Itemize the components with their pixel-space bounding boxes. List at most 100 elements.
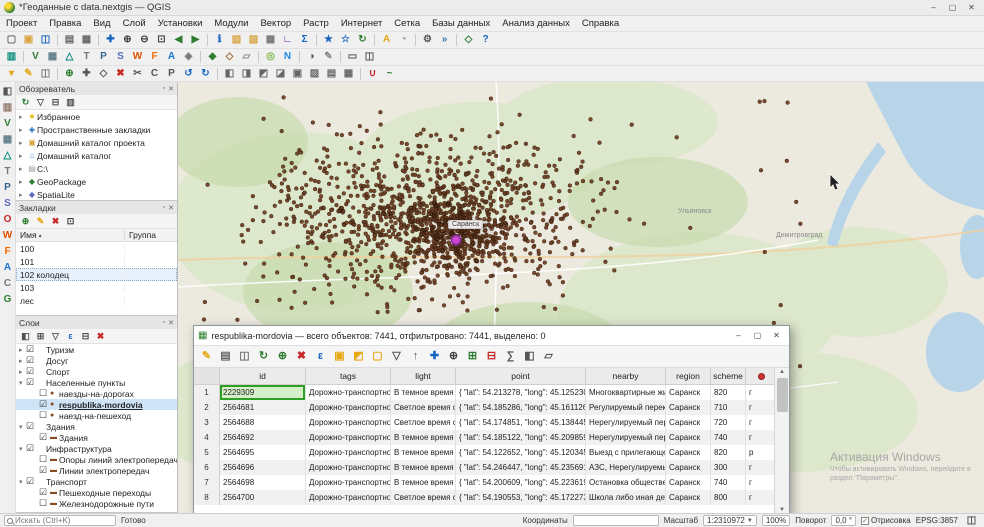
- snapping-icon[interactable]: ∪: [364, 66, 381, 81]
- add-virtual-layer-icon[interactable]: ◈: [180, 50, 197, 65]
- row-number[interactable]: 4: [194, 430, 220, 445]
- cell-region[interactable]: Саранск: [666, 490, 711, 505]
- cell-tags[interactable]: Дорожно-транспортное происшествие: [306, 460, 391, 475]
- attr-select-expression-icon[interactable]: ε: [311, 348, 330, 366]
- cut-features-icon[interactable]: ✂: [129, 66, 146, 81]
- maximize-button[interactable]: ▢: [944, 1, 961, 14]
- browser-item-project-home[interactable]: ▸ ▣ Домашний каталог проекта: [16, 136, 177, 149]
- bookmark-row[interactable]: 103: [16, 281, 177, 294]
- layer-power-towers[interactable]: ☐ ▬ Опоры линий электропередач: [16, 454, 177, 465]
- layer-power-lines[interactable]: ☑ ▬ Линии электропередач: [16, 465, 177, 476]
- messages-icon[interactable]: ◫: [361, 50, 378, 65]
- new-shapefile-icon[interactable]: ◇: [221, 50, 238, 65]
- cell-point[interactable]: { "lat": 54.185286, "long": 45.161126 }: [456, 400, 586, 415]
- header-corner[interactable]: [194, 368, 220, 384]
- show-bookmarks-icon[interactable]: ☆: [337, 33, 354, 48]
- row-number[interactable]: 3: [194, 415, 220, 430]
- expand-arrow-icon[interactable]: ▾: [19, 423, 26, 431]
- cell-id[interactable]: 2564698: [220, 475, 306, 490]
- oracle-layer-icon[interactable]: O: [0, 212, 15, 227]
- undo-icon[interactable]: ↺: [180, 66, 197, 81]
- vertical-scrollbar[interactable]: ▲ ▼: [774, 368, 789, 513]
- expand-arrow-icon[interactable]: ▸: [19, 368, 26, 376]
- pan-map-icon[interactable]: ✚: [102, 33, 119, 48]
- data-source-manager-icon[interactable]: ▥: [3, 50, 20, 65]
- cell-light[interactable]: Светлое время суток: [391, 400, 456, 415]
- expand-arrow-icon[interactable]: ▸: [19, 165, 27, 173]
- wfs-layer-icon[interactable]: F: [0, 244, 15, 259]
- expand-arrow-icon[interactable]: ▸: [19, 152, 27, 160]
- cell-extra[interactable]: р: [746, 445, 774, 460]
- cell-point[interactable]: { "lat": 54.246447, "long": 45.235691 }: [456, 460, 586, 475]
- minimize-button[interactable]: –: [925, 1, 942, 14]
- modify-attributes-icon[interactable]: ▦: [340, 66, 357, 81]
- help-icon[interactable]: ?: [477, 33, 494, 48]
- osm-place-search-icon[interactable]: ◎: [262, 50, 279, 65]
- bookmark-row[interactable]: 102 колодец: [16, 268, 177, 281]
- layer-naezdy-na-dorogah[interactable]: ☐ ● наезды-на-дорогах: [16, 388, 177, 399]
- cell-region[interactable]: Саранск: [666, 430, 711, 445]
- column-header[interactable]: id: [220, 368, 306, 384]
- cell-nearby[interactable]: Нерегулируемый перекресток: [586, 430, 666, 445]
- close-button[interactable]: ✕: [768, 329, 785, 342]
- layer-naezd-na-peshehod[interactable]: ☐ ● наезд-на-пешеход: [16, 410, 177, 421]
- rotate-feature-icon[interactable]: ◧: [221, 66, 238, 81]
- layer-group-tourism[interactable]: ▸ ☑ Туризм: [16, 344, 177, 355]
- magnifier-spinner[interactable]: 100%: [762, 515, 790, 526]
- open-project-icon[interactable]: ▣: [20, 33, 37, 48]
- cell-scheme[interactable]: 800: [711, 490, 746, 505]
- panel-float-button[interactable]: ▫: [163, 85, 165, 93]
- layer-checkbox[interactable]: ☑: [39, 487, 50, 498]
- zoom-full-icon[interactable]: ⊡: [153, 33, 170, 48]
- cell-id[interactable]: 2564696: [220, 460, 306, 475]
- expand-arrow-icon[interactable]: ▾: [19, 379, 26, 387]
- browser-item-geopackage[interactable]: ▸ ◆ GeoPackage: [16, 175, 177, 188]
- scrollbar-thumb[interactable]: [777, 378, 788, 412]
- panel-close-button[interactable]: ✕: [168, 319, 174, 327]
- cell-light[interactable]: В темное время суток: [391, 385, 456, 400]
- layers-add-group-icon[interactable]: ⊞: [33, 330, 48, 343]
- menu-database[interactable]: Базы данных: [426, 16, 496, 31]
- cell-nearby[interactable]: Регулируемый перекресток: [586, 400, 666, 415]
- layer-group-leisure[interactable]: ▸ ☑ Досуг: [16, 355, 177, 366]
- bookmark-edit-icon[interactable]: ✎: [33, 215, 48, 228]
- browser-item-c-drive[interactable]: ▸ ▤ C:\: [16, 162, 177, 175]
- add-postgis-icon[interactable]: P: [95, 50, 112, 65]
- close-button[interactable]: ✕: [963, 1, 980, 14]
- add-ring-icon[interactable]: ◩: [255, 66, 272, 81]
- cell-light[interactable]: В темное время суток: [391, 460, 456, 475]
- attr-pan-to-selection-icon[interactable]: ✚: [425, 348, 444, 366]
- menu-help[interactable]: Справка: [576, 16, 625, 31]
- layer-checkbox[interactable]: ☑: [26, 377, 37, 388]
- vertex-tool-icon[interactable]: ◇: [95, 66, 112, 81]
- attr-multiedit-icon[interactable]: ▤: [216, 348, 235, 366]
- cell-extra[interactable]: г: [746, 385, 774, 400]
- cell-tags[interactable]: Дорожно-транспортное происшествие: [306, 445, 391, 460]
- simplify-feature-icon[interactable]: ◨: [238, 66, 255, 81]
- cell-nearby[interactable]: АЗС, Нерегулируемый перекресток: [586, 460, 666, 475]
- column-header[interactable]: region: [666, 368, 711, 384]
- layer-diagram-icon[interactable]: ◔: [395, 33, 412, 48]
- add-raster-layer-icon[interactable]: ▦: [44, 50, 61, 65]
- cell-region[interactable]: Саранск: [666, 385, 711, 400]
- locator-search[interactable]: [4, 515, 116, 526]
- cell-extra[interactable]: г: [746, 475, 774, 490]
- scroll-up-icon[interactable]: ▲: [775, 369, 789, 375]
- bookmark-row[interactable]: 100: [16, 242, 177, 255]
- layers-collapse-all-icon[interactable]: ⊟: [78, 330, 93, 343]
- column-header[interactable]: point: [456, 368, 586, 384]
- maximize-button[interactable]: ▢: [749, 329, 766, 342]
- cell-light[interactable]: Светлое время суток: [391, 490, 456, 505]
- layer-checkbox[interactable]: ☐: [39, 498, 50, 509]
- cell-id[interactable]: 2564681: [220, 400, 306, 415]
- csv-layer-icon[interactable]: C: [0, 276, 15, 291]
- redo-icon[interactable]: ↻: [197, 66, 214, 81]
- cell-extra[interactable]: г: [746, 400, 774, 415]
- menu-project[interactable]: Проект: [0, 16, 43, 31]
- layer-group-buildings[interactable]: ▾ ☑ Здания: [16, 421, 177, 432]
- cell-tags[interactable]: Дорожно-транспортное происшествие: [306, 475, 391, 490]
- current-edits-icon[interactable]: ▾: [3, 66, 20, 81]
- column-header[interactable]: nearby: [586, 368, 666, 384]
- browser-item-home[interactable]: ▸ ⌂ Домашний каталог: [16, 149, 177, 162]
- add-text-layer-icon[interactable]: T: [0, 164, 15, 179]
